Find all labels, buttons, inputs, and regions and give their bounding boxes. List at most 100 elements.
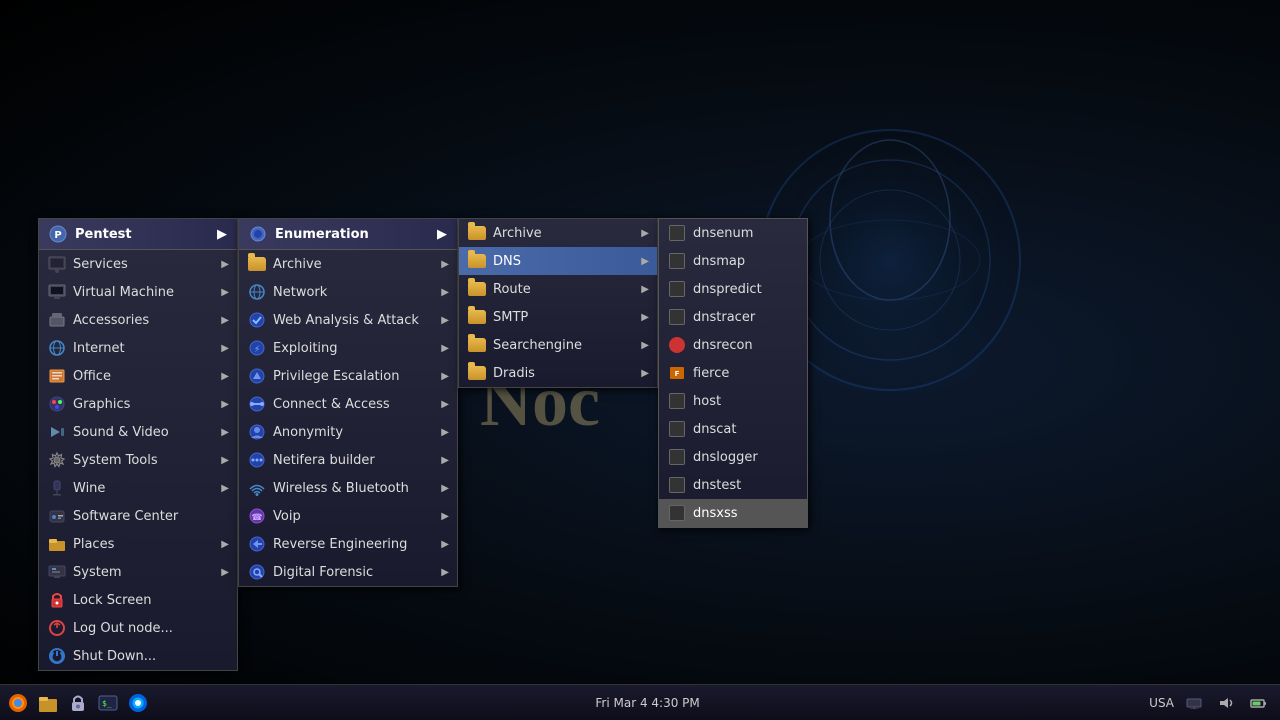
taskbar-terminal-icon[interactable]: $_ <box>96 691 120 715</box>
menu-item-dnsxss[interactable]: dnsxss <box>659 499 807 527</box>
menu-item-reverse-eng[interactable]: Reverse Engineering ▶ <box>239 530 457 558</box>
menu-item-places[interactable]: Places ▶ <box>39 530 237 558</box>
wine-arrow: ▶ <box>221 483 229 494</box>
taskbar-power-icon[interactable] <box>1246 691 1270 715</box>
system-arrow: ▶ <box>221 567 229 578</box>
menu-item-dnstest[interactable]: dnstest <box>659 471 807 499</box>
menu-item-smtp[interactable]: SMTP ▶ <box>459 303 657 331</box>
menu-item-connect-access[interactable]: Connect & Access ▶ <box>239 390 457 418</box>
menu-item-searchengine[interactable]: Searchengine ▶ <box>459 331 657 359</box>
menu-item-dnstracer[interactable]: dnstracer <box>659 303 807 331</box>
dnspredict-label: dnspredict <box>693 282 799 297</box>
menu-item-system-tools[interactable]: System Tools ▶ <box>39 446 237 474</box>
searchengine-label: Searchengine <box>493 338 635 353</box>
dnsenum-icon <box>667 223 687 243</box>
menu-item-voip[interactable]: ☎ Voip ▶ <box>239 502 457 530</box>
dnsrecon-label: dnsrecon <box>693 338 799 353</box>
menu-item-dnscat[interactable]: dnscat <box>659 415 807 443</box>
archive-icon2 <box>247 254 267 274</box>
menu-item-logout[interactable]: Log Out node... <box>39 614 237 642</box>
anonymity-icon <box>247 422 267 442</box>
menu-network-sub: Archive ▶ DNS ▶ Route ▶ <box>458 218 658 388</box>
priv-esc-icon <box>247 366 267 386</box>
dnsmap-label: dnsmap <box>693 254 799 269</box>
reverse-eng-label: Reverse Engineering <box>273 537 435 552</box>
system-tools-arrow: ▶ <box>221 455 229 466</box>
menu-item-internet[interactable]: Internet ▶ <box>39 334 237 362</box>
digital-forensic-arrow: ▶ <box>441 567 449 578</box>
internet-arrow: ▶ <box>221 343 229 354</box>
dnspredict-icon <box>667 279 687 299</box>
taskbar-volume-icon[interactable] <box>1214 691 1238 715</box>
connect-access-label: Connect & Access <box>273 397 435 412</box>
menu-item-priv-esc[interactable]: Privilege Escalation ▶ <box>239 362 457 390</box>
taskbar-files-icon[interactable] <box>36 691 60 715</box>
system-tools-icon <box>47 450 67 470</box>
menu-item-dnsrecon[interactable]: dnsrecon <box>659 331 807 359</box>
services-arrow: ▶ <box>221 259 229 270</box>
menu-item-office[interactable]: Office ▶ <box>39 362 237 390</box>
menu-item-dradis[interactable]: Dradis ▶ <box>459 359 657 387</box>
pentest-arrow: ▶ <box>217 227 227 242</box>
system-label: System <box>73 565 215 580</box>
taskbar: $_ Fri Mar 4 4:30 PM USA <box>0 684 1280 720</box>
menu-item-dns[interactable]: DNS ▶ <box>459 247 657 275</box>
enumeration-arrow: ▶ <box>437 227 447 242</box>
menu-item-wireless[interactable]: Wireless & Bluetooth ▶ <box>239 474 457 502</box>
wine-icon <box>47 478 67 498</box>
system-tools-label: System Tools <box>73 453 215 468</box>
web-analysis-label: Web Analysis & Attack <box>273 313 435 328</box>
wireless-icon <box>247 478 267 498</box>
menu-item-wine[interactable]: Wine ▶ <box>39 474 237 502</box>
shutdown-icon <box>47 646 67 666</box>
system-icon <box>47 562 67 582</box>
menu-item-dnslogger[interactable]: dnslogger <box>659 443 807 471</box>
menu-item-archive[interactable]: Archive ▶ <box>239 250 457 278</box>
menu-item-host[interactable]: host <box>659 387 807 415</box>
menu-item-dnsmap[interactable]: dnsmap <box>659 247 807 275</box>
menu-item-software-center[interactable]: Software Center <box>39 502 237 530</box>
menu-item-shutdown[interactable]: Shut Down... <box>39 642 237 670</box>
taskbar-browser-icon[interactable] <box>6 691 30 715</box>
route-label: Route <box>493 282 635 297</box>
graphics-arrow: ▶ <box>221 399 229 410</box>
menu-item-fierce[interactable]: F fierce <box>659 359 807 387</box>
services-icon <box>47 254 67 274</box>
taskbar-lock-icon[interactable] <box>66 691 90 715</box>
digital-forensic-label: Digital Forensic <box>273 565 435 580</box>
menu-item-lock-screen[interactable]: Lock Screen <box>39 586 237 614</box>
menu-item-services[interactable]: Services ▶ <box>39 250 237 278</box>
menu-item-web-analysis[interactable]: Web Analysis & Attack ▶ <box>239 306 457 334</box>
web-analysis-arrow: ▶ <box>441 315 449 326</box>
network-icon <box>247 282 267 302</box>
network-label: Network <box>273 285 435 300</box>
menu-item-netifera[interactable]: Netifera builder ▶ <box>239 446 457 474</box>
taskbar-firefox-icon[interactable] <box>126 691 150 715</box>
priv-esc-arrow: ▶ <box>441 371 449 382</box>
services-label: Services <box>73 257 215 272</box>
menu-item-exploiting[interactable]: ⚡ Exploiting ▶ <box>239 334 457 362</box>
archive-arrow2: ▶ <box>441 259 449 270</box>
voip-arrow: ▶ <box>441 511 449 522</box>
taskbar-network-icon[interactable] <box>1182 691 1206 715</box>
menu-item-virtual-machine[interactable]: Virtual Machine ▶ <box>39 278 237 306</box>
menu-item-anonymity[interactable]: Anonymity ▶ <box>239 418 457 446</box>
menu-item-digital-forensic[interactable]: Digital Forensic ▶ <box>239 558 457 586</box>
menu-item-route[interactable]: Route ▶ <box>459 275 657 303</box>
menu-item-dnspredict[interactable]: dnspredict <box>659 275 807 303</box>
menu-item-accessories[interactable]: Accessories ▶ <box>39 306 237 334</box>
dnstracer-label: dnstracer <box>693 310 799 325</box>
exploiting-arrow: ▶ <box>441 343 449 354</box>
digital-forensic-icon <box>247 562 267 582</box>
accessories-arrow: ▶ <box>221 315 229 326</box>
route-arrow: ▶ <box>641 284 649 295</box>
menu-item-sound-video[interactable]: Sound & Video ▶ <box>39 418 237 446</box>
menu-item-dnsenum[interactable]: dnsenum <box>659 219 807 247</box>
menu-item-network[interactable]: Network ▶ <box>239 278 457 306</box>
menu-item-system[interactable]: System ▶ <box>39 558 237 586</box>
svg-text:F: F <box>675 370 680 378</box>
menu-item-archive2[interactable]: Archive ▶ <box>459 219 657 247</box>
menu-item-graphics[interactable]: Graphics ▶ <box>39 390 237 418</box>
dnstest-icon <box>667 475 687 495</box>
office-arrow: ▶ <box>221 371 229 382</box>
